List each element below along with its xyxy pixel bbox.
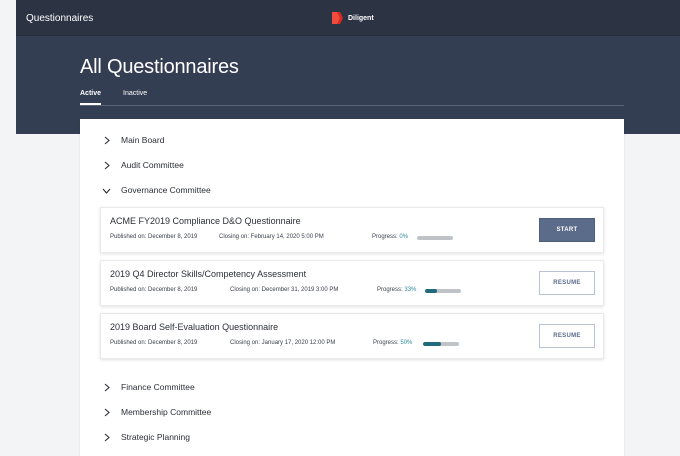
progress-percent: 0% [399,234,409,240]
tab-divider [80,105,624,106]
group-audit-committee[interactable]: Audit Committee [102,158,184,172]
chevron-right-icon [104,433,110,441]
published-date: Published on: December 8, 2019 [110,234,198,240]
brand: Diligent [331,11,374,25]
closing-date: Closing on: December 31, 2019 3:00 PM [230,287,339,293]
chevron-down-icon [102,188,111,194]
progress-fill [425,289,437,293]
chevron-right-icon [104,161,110,169]
group-strategic-planning[interactable]: Strategic Planning [102,430,190,444]
progress-bar [423,342,459,346]
chevron-right-icon [104,136,110,144]
progress-bar [417,236,453,240]
progress-fill [423,342,441,346]
questionnaire-card: ACME FY2019 Compliance D&O Questionnaire… [100,207,604,253]
progress-label: Progress: 33% [377,287,417,293]
published-date: Published on: December 8, 2019 [110,340,198,346]
start-button[interactable]: START [539,218,595,242]
group-label: Strategic Planning [121,432,190,442]
group-main-board[interactable]: Main Board [102,133,164,147]
group-finance-committee[interactable]: Finance Committee [102,380,195,394]
progress-percent: 50% [400,340,413,346]
progress-bar [425,289,461,293]
group-label: Governance Committee [121,185,211,195]
questionnaire-panel: Main Board Audit Committee Governance Co… [80,119,624,456]
resume-button[interactable]: RESUME [539,271,595,295]
group-label: Finance Committee [121,382,195,392]
tab-active[interactable]: Active [80,90,102,105]
tab-bar: Active Inactive [80,90,147,105]
diligent-logo-icon [332,12,343,24]
chevron-right-icon [104,408,110,416]
questionnaire-title: 2019 Q4 Director Skills/Competency Asses… [110,269,307,279]
tab-inactive[interactable]: Inactive [123,90,147,105]
questionnaire-card: 2019 Q4 Director Skills/Competency Asses… [100,260,604,306]
group-membership-committee[interactable]: Membership Committee [102,405,211,419]
top-bar: Questionnaires Diligent [16,0,680,36]
progress-label: Progress: 50% [373,340,413,346]
page-title: All Questionnaires [80,56,239,78]
progress-percent: 33% [404,287,417,293]
progress-label: Progress: 0% [372,234,409,240]
group-label: Audit Committee [121,160,184,170]
published-date: Published on: December 8, 2019 [110,287,198,293]
resume-button[interactable]: RESUME [539,324,595,348]
app-title: Questionnaires [26,13,94,24]
questionnaire-card: 2019 Board Self-Evaluation Questionnaire… [100,313,604,359]
group-label: Main Board [121,135,165,145]
questionnaire-title: ACME FY2019 Compliance D&O Questionnaire [110,216,301,226]
chevron-right-icon [104,383,110,391]
closing-date: Closing on: January 17, 2020 12:00 PM [230,340,336,346]
group-label: Membership Committee [121,407,212,417]
group-governance-committee[interactable]: Governance Committee [102,183,211,197]
questionnaire-title: 2019 Board Self-Evaluation Questionnaire [110,322,279,332]
brand-name: Diligent [348,14,374,22]
closing-date: Closing on: February 14, 2020 5:00 PM [219,234,324,240]
